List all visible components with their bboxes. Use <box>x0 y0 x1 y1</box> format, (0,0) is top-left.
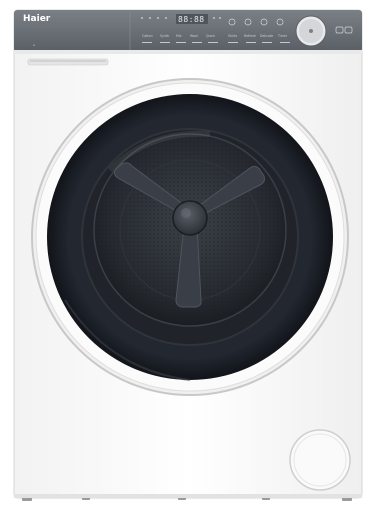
filter-access-cover[interactable] <box>289 429 351 491</box>
control-panel: Haier ⌂ 88:88 Cotton Synth Mix Wool Quic… <box>14 10 362 54</box>
dial-indicator-icon <box>309 29 313 33</box>
time-display: 88:88 <box>178 15 205 24</box>
brand-logo: Haier <box>23 14 51 24</box>
program-label: Delicate <box>260 34 273 38</box>
program-label: Cotton <box>142 34 153 38</box>
program-label: Synth <box>160 34 169 38</box>
program-label: Wool <box>190 34 198 38</box>
water-tank-drawer[interactable] <box>27 58 109 66</box>
program-labels-row: Cotton Synth Mix Wool Quick Shirts Refre… <box>142 34 288 38</box>
program-label: Refresh <box>244 34 256 38</box>
program-label: Quick <box>206 34 215 38</box>
program-dial[interactable] <box>295 15 327 47</box>
program-label: Shirts <box>228 34 237 38</box>
program-label: Timer <box>277 34 288 38</box>
program-label: Mix <box>176 34 182 38</box>
product-photo: Haier ⌂ 88:88 Cotton Synth Mix Wool Quic… <box>0 0 368 508</box>
eco-badge-icon: ⌂ <box>33 43 35 47</box>
dryer-illustration: Haier ⌂ 88:88 Cotton Synth Mix Wool Quic… <box>13 9 363 501</box>
drum-hub <box>172 200 208 236</box>
